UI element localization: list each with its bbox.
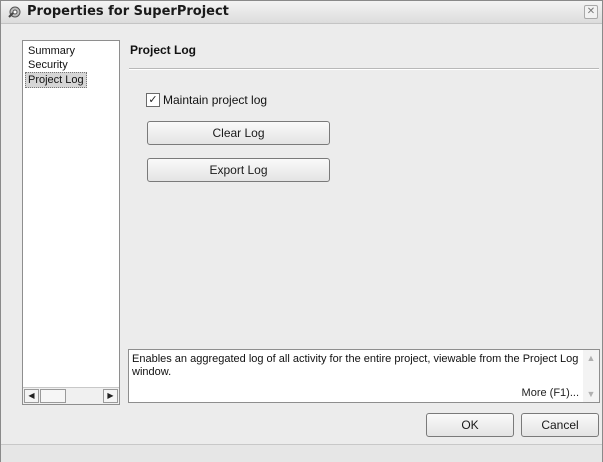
scroll-right-icon[interactable]: ▶: [103, 389, 118, 403]
ok-button[interactable]: OK: [426, 413, 514, 437]
status-bar: [1, 444, 602, 462]
close-icon[interactable]: ✕: [584, 5, 598, 19]
title-bar[interactable]: Properties for SuperProject ✕: [1, 1, 602, 24]
app-icon: [7, 4, 23, 20]
maintain-log-label[interactable]: Maintain project log: [163, 93, 267, 107]
scroll-up-icon[interactable]: ▲: [585, 352, 597, 364]
scroll-left-icon[interactable]: ◀: [24, 389, 39, 403]
scroll-thumb[interactable]: [40, 389, 66, 403]
horizontal-scrollbar[interactable]: ◀ ▶: [23, 387, 119, 404]
cancel-button[interactable]: Cancel: [521, 413, 599, 437]
description-box: Enables an aggregated log of all activit…: [128, 349, 600, 403]
panel-title: Project Log: [130, 43, 197, 57]
description-scrollbar[interactable]: ▲ ▼: [583, 350, 599, 402]
nav-item-project-log[interactable]: Project Log: [25, 72, 87, 88]
category-list[interactable]: Summary Security Project Log ◀ ▶: [22, 40, 120, 405]
window-title: Properties for SuperProject: [27, 4, 229, 19]
check-icon[interactable]: ✓: [146, 93, 160, 107]
more-help-link[interactable]: More (F1)...: [522, 387, 579, 399]
scroll-down-icon[interactable]: ▼: [585, 388, 597, 400]
nav-item-summary[interactable]: Summary: [26, 44, 77, 58]
description-text: Enables an aggregated log of all activit…: [132, 353, 579, 378]
clear-log-button[interactable]: Clear Log: [147, 121, 330, 145]
title-divider: [129, 68, 599, 70]
nav-item-security[interactable]: Security: [26, 58, 70, 72]
export-log-button[interactable]: Export Log: [147, 158, 330, 182]
properties-dialog: Properties for SuperProject ✕ Summary Se…: [0, 0, 603, 462]
